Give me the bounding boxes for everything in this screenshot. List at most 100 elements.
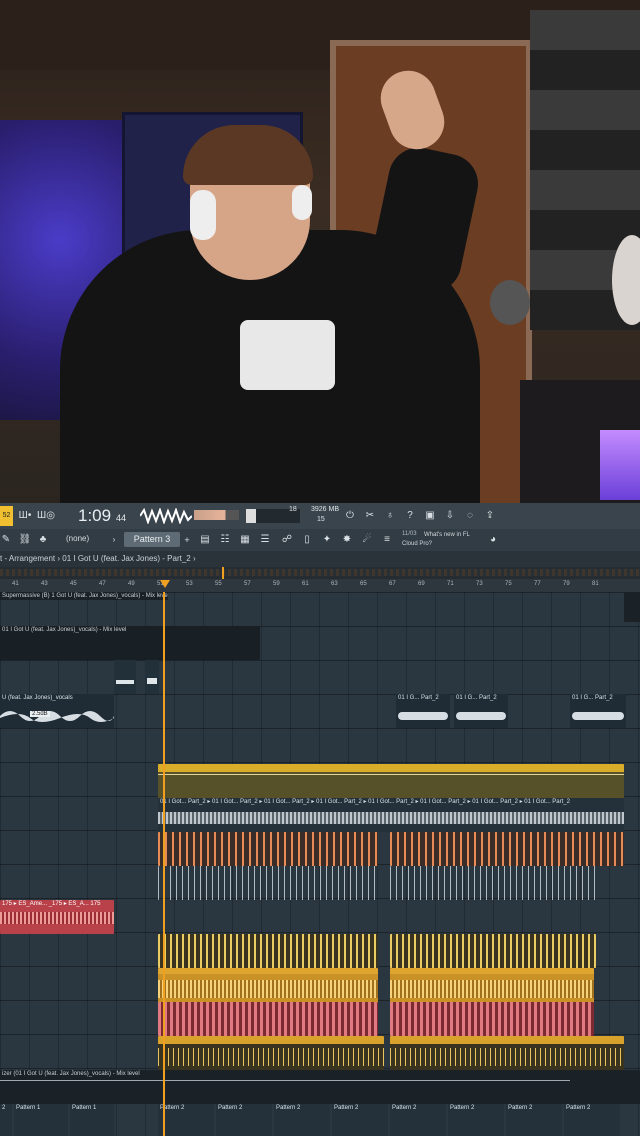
plugin-icon[interactable]: ✦ (320, 531, 334, 549)
pattern-2-label: Pattern 2 (392, 1105, 417, 1111)
ruler-tick: 73 (476, 581, 483, 587)
tempo-display[interactable]: 52 (0, 506, 13, 526)
part2-clip-c[interactable]: 01 I G... Part_2 (570, 694, 626, 728)
pattern-2-clip[interactable]: Pattern 2 (448, 1104, 504, 1136)
pattern-2-label: Pattern 2 (566, 1105, 591, 1111)
vocals-clip[interactable]: U (feat. Jax Jones)_vocals 2.5dB (0, 694, 114, 728)
link-icon[interactable]: ⛓ (18, 531, 32, 549)
automation-clip-1[interactable]: Supermassive (B) 1 Got U (feat. Jax Jone… (0, 592, 168, 600)
brush-icon[interactable]: ✎ (0, 531, 12, 549)
es-clip-wave (0, 912, 114, 924)
preset-selector[interactable]: (none) (66, 534, 89, 543)
kick-row-1[interactable] (158, 934, 378, 968)
headphones (190, 190, 216, 240)
playhead[interactable] (163, 592, 165, 1136)
pattern-selector[interactable]: Pattern 3 (124, 532, 180, 547)
cpu-value: 18 (289, 506, 297, 513)
ruler-tick: 53 (186, 581, 193, 587)
vocal-chop-2[interactable] (145, 660, 159, 694)
oscilloscope-icon (139, 506, 193, 526)
ruler-tick: 75 (505, 581, 512, 587)
playlist-overview[interactable] (0, 567, 640, 579)
pattern-2-clip[interactable]: Pattern 2 (332, 1104, 388, 1136)
waveform-monitor (139, 506, 193, 526)
news-text[interactable]: What's new in FL Cloud Pro? (402, 531, 482, 549)
pattern-2-clip[interactable]: Pattern 2 (216, 1104, 272, 1136)
microphone (490, 280, 530, 325)
mode-button-2[interactable]: Ш◎ (36, 507, 56, 525)
part2-row[interactable]: 01 I Got... Part_2 ▸ 01 I Got... Part_2 … (158, 798, 624, 832)
waveform-icon (147, 678, 157, 684)
playlist-icon[interactable]: ▤ (198, 531, 212, 549)
overview-scroll[interactable] (0, 569, 640, 576)
pattern-1-label-b: Pattern 1 (72, 1105, 97, 1111)
wave-icon[interactable]: ☄ (360, 531, 374, 549)
red-row-1[interactable] (158, 1002, 378, 1036)
download-icon[interactable]: ⇩ (442, 507, 458, 525)
automation-clip-2[interactable]: 01 I Got U (feat. Jax Jones)_vocals) - M… (0, 626, 260, 660)
gain-badge: 2.5dB (30, 711, 50, 717)
gold-row-3-wave (158, 1048, 384, 1066)
mode-button[interactable]: Ш• (16, 507, 34, 525)
preset-icon[interactable]: ♣ (36, 531, 50, 549)
automation-clip-right[interactable] (624, 592, 640, 622)
red-row-2[interactable] (390, 1002, 594, 1036)
ruler-tick: 47 (99, 581, 106, 587)
pattern-2-clip[interactable]: Pattern 2 (390, 1104, 446, 1136)
file-icon[interactable]: ▯ (300, 531, 314, 549)
chat-icon[interactable]: ◌ (462, 507, 478, 525)
pattern-2-clip[interactable]: Pattern 2 (564, 1104, 620, 1136)
timeline-ruler[interactable]: 41 43 45 47 49 51 53 55 57 59 61 63 65 67 69 71 73 75 77 79… (0, 579, 640, 592)
step-icon[interactable]: ✸ (340, 531, 354, 549)
loop-record-icon[interactable]: ⏻ (342, 507, 358, 525)
keyboard (600, 430, 640, 500)
pattern-2-clip[interactable]: Pattern 2 (158, 1104, 214, 1136)
part2-clip-a[interactable]: 01 I G... Part_2 (396, 694, 450, 728)
hits-row-orange-1[interactable] (158, 832, 378, 866)
mic-icon[interactable]: ♁ (382, 507, 398, 525)
pattern-1-clip-b[interactable]: Pattern 1 (70, 1104, 114, 1136)
arrow-right-icon[interactable]: › (108, 531, 120, 549)
mix-automation-line (0, 1080, 570, 1081)
save-icon[interactable]: ▣ (422, 507, 438, 525)
ruler-tick: 81 (592, 581, 599, 587)
part2-clip-b[interactable]: 01 I G... Part_2 (454, 694, 508, 728)
gold-row-1-wave (158, 980, 378, 998)
fl-cloud-icon[interactable]: ◕ (486, 531, 500, 549)
pattern-2-label: Pattern 2 (508, 1105, 533, 1111)
hihat-row-1[interactable] (158, 866, 378, 900)
mix-automation-clip[interactable]: izer (01 I Got U (feat. Jax Jones)_vocal… (0, 1070, 640, 1104)
mixer-icon[interactable]: ☰ (258, 531, 272, 549)
tape-stop-line (158, 774, 624, 775)
metronome-icon[interactable]: ✂ (362, 507, 378, 525)
pattern-2-clip[interactable]: Pattern 2 (506, 1104, 562, 1136)
pattern-1-clip-a[interactable]: Pattern 1 (14, 1104, 68, 1136)
vocal-chop-1[interactable] (114, 660, 136, 694)
upload-icon[interactable]: ⇪ (482, 507, 498, 525)
pattern-2-clip[interactable]: Pattern 2 (274, 1104, 330, 1136)
automation-clip-2-label: 01 I Got U (feat. Jax Jones)_vocals) - M… (2, 627, 127, 633)
gold-row-4-wave (390, 1048, 624, 1066)
breadcrumb-text: t - Arrangement › 01 I Got U (feat. Jax … (0, 554, 196, 563)
ruler-tick: 67 (389, 581, 396, 587)
pattern-1-label-a: Pattern 1 (16, 1105, 41, 1111)
channel-rack-icon[interactable]: ▦ (238, 531, 252, 549)
hits-row-orange-2[interactable] (390, 832, 624, 866)
mix-automation-label: izer (01 I Got U (feat. Jax Jones)_vocal… (2, 1071, 140, 1077)
ruler-tick: 77 (534, 581, 541, 587)
browser-icon[interactable]: ☍ (280, 531, 294, 549)
automation-clip-1-label: Supermassive (B) 1 Got U (feat. Jax Jone… (2, 593, 168, 599)
add-pattern-icon[interactable]: + (182, 531, 192, 549)
kick-row-2[interactable] (390, 934, 596, 968)
help-icon[interactable]: ? (402, 507, 418, 525)
hihat-row-2[interactable] (390, 866, 596, 900)
es-clip[interactable]: 175 ▸ ES_Ame... _175 ▸ ES_A... 175 (0, 900, 114, 934)
webcam-video (0, 0, 640, 503)
piano-roll-icon[interactable]: ☷ (218, 531, 232, 549)
ruler-tick: 59 (273, 581, 280, 587)
playhead-marker[interactable] (160, 580, 170, 588)
overview-marker (222, 567, 224, 579)
list-icon[interactable]: ≡ (380, 531, 394, 549)
master-volume[interactable] (194, 510, 239, 520)
pattern-left-clip[interactable]: 2 (0, 1104, 12, 1136)
